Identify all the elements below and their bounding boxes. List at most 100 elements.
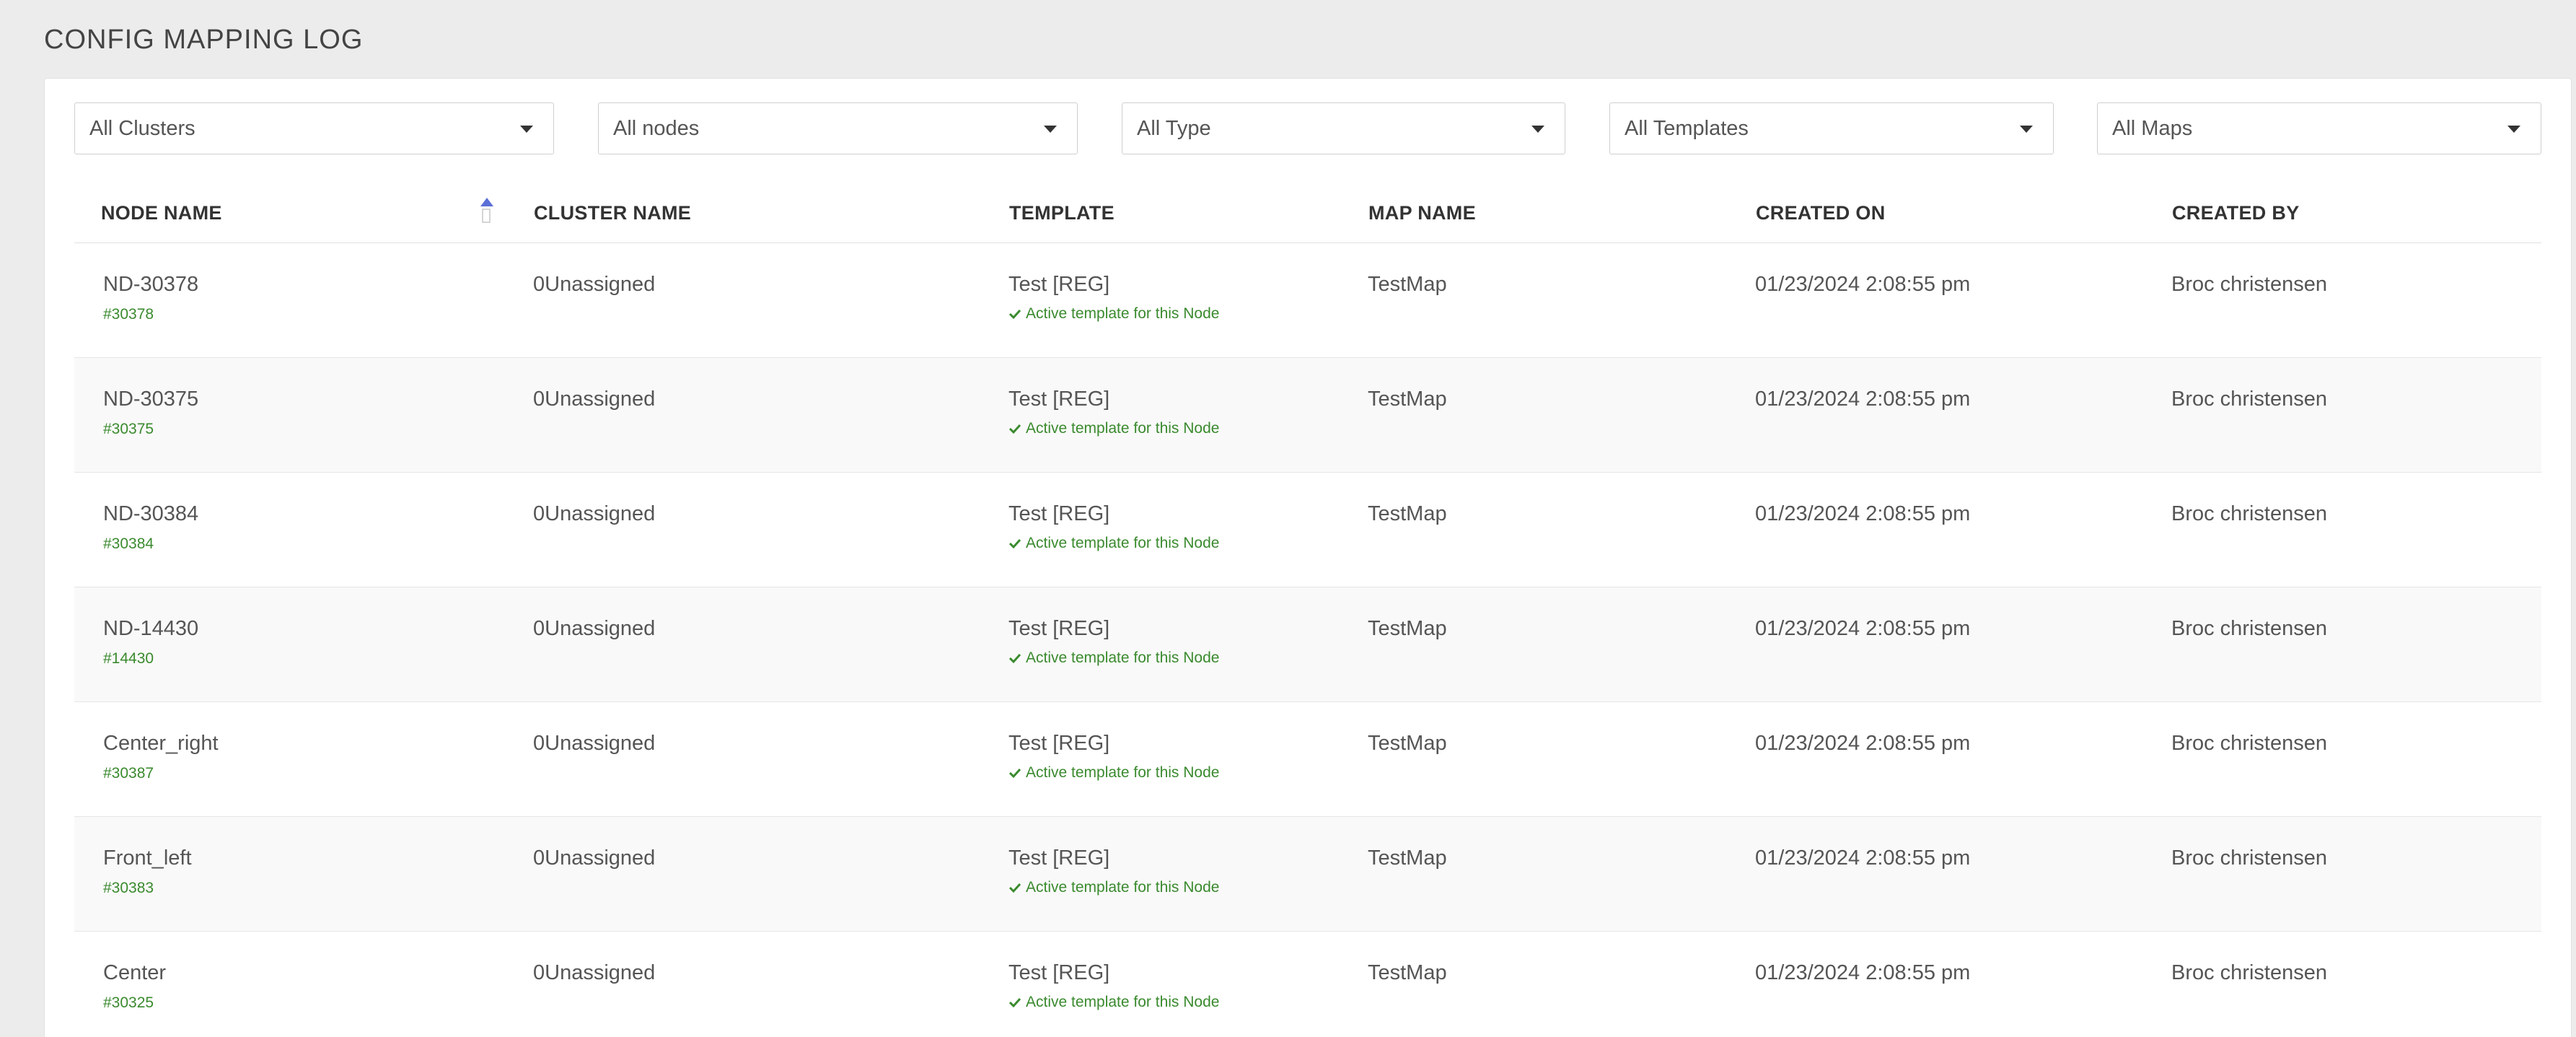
map-name: TestMap xyxy=(1368,846,1447,870)
type-filter-value: All Type xyxy=(1137,117,1211,140)
node-name[interactable]: ND-30375 xyxy=(103,388,198,411)
map-name: TestMap xyxy=(1368,502,1447,525)
mapping-log-card: All Clusters All nodes All Type All Temp… xyxy=(44,78,2572,1037)
node-id: #30378 xyxy=(103,306,154,323)
node-name[interactable]: ND-30378 xyxy=(103,273,198,297)
active-template-label: Active template for this Node xyxy=(1026,420,1220,437)
template-name: Test [REG] xyxy=(1008,502,1110,525)
chevron-down-icon xyxy=(1531,126,1544,133)
table-header: NODE NAME CLUSTER NAME TEMPLATE MAP NAME… xyxy=(74,182,2541,243)
map-name: TestMap xyxy=(1368,273,1447,296)
created-on: 01/23/2024 2:08:55 pm xyxy=(1755,961,1971,984)
chevron-down-icon xyxy=(520,126,533,133)
created-on: 01/23/2024 2:08:55 pm xyxy=(1755,502,1971,525)
created-by: Broc christensen xyxy=(2171,502,2327,525)
table-row[interactable]: ND-30384 #30384 0Unassigned Test [REG] A… xyxy=(74,473,2541,587)
created-on: 01/23/2024 2:08:55 pm xyxy=(1755,732,1971,755)
active-template-note: Active template for this Node xyxy=(1008,994,1219,1011)
column-header-template[interactable]: TEMPLATE xyxy=(1009,202,1115,224)
created-by: Broc christensen xyxy=(2171,617,2327,640)
created-on: 01/23/2024 2:08:55 pm xyxy=(1755,846,1971,870)
column-header-created-by[interactable]: CREATED BY xyxy=(2172,202,2300,224)
cluster-name: 0Unassigned xyxy=(533,617,656,640)
active-template-label: Active template for this Node xyxy=(1026,535,1220,551)
active-template-note: Active template for this Node xyxy=(1008,764,1219,782)
created-by: Broc christensen xyxy=(2171,273,2327,296)
node-id: #30384 xyxy=(103,535,154,552)
table-row[interactable]: ND-14430 #14430 0Unassigned Test [REG] A… xyxy=(74,587,2541,702)
check-icon xyxy=(1008,538,1021,549)
table-row[interactable]: ND-30378 #30378 0Unassigned Test [REG] A… xyxy=(74,243,2541,358)
created-by: Broc christensen xyxy=(2171,961,2327,984)
map-name: TestMap xyxy=(1368,388,1447,411)
node-id: #30387 xyxy=(103,765,154,782)
column-header-node-name[interactable]: NODE NAME xyxy=(101,202,222,224)
created-on: 01/23/2024 2:08:55 pm xyxy=(1755,273,1971,296)
node-name[interactable]: Front_left xyxy=(103,846,192,870)
type-filter-select[interactable]: All Type xyxy=(1122,102,1565,154)
check-icon xyxy=(1008,997,1021,1008)
node-id: #30383 xyxy=(103,880,154,896)
table-row[interactable]: Center_right #30387 0Unassigned Test [RE… xyxy=(74,702,2541,817)
cluster-name: 0Unassigned xyxy=(533,388,656,411)
map-filter-value: All Maps xyxy=(2112,117,2193,140)
table-row[interactable]: Center #30325 0Unassigned Test [REG] Act… xyxy=(74,932,2541,1037)
node-name[interactable]: ND-14430 xyxy=(103,617,198,641)
chevron-down-icon xyxy=(2020,126,2033,133)
check-icon xyxy=(1008,424,1021,434)
column-header-created-on[interactable]: CREATED ON xyxy=(1756,202,1886,224)
sort-ascending-icon[interactable] xyxy=(479,196,495,225)
template-filter-select[interactable]: All Templates xyxy=(1609,102,2054,154)
created-by: Broc christensen xyxy=(2171,846,2327,870)
chevron-down-icon xyxy=(1044,126,1057,133)
cluster-filter-value: All Clusters xyxy=(89,117,195,140)
mapping-log-table: NODE NAME CLUSTER NAME TEMPLATE MAP NAME… xyxy=(74,182,2541,1037)
column-header-cluster-name[interactable]: CLUSTER NAME xyxy=(534,202,691,224)
cluster-name: 0Unassigned xyxy=(533,732,656,755)
active-template-note: Active template for this Node xyxy=(1008,649,1219,667)
cluster-name: 0Unassigned xyxy=(533,502,656,525)
check-icon xyxy=(1008,883,1021,893)
node-id: #30375 xyxy=(103,421,154,437)
created-by: Broc christensen xyxy=(2171,732,2327,755)
active-template-note: Active template for this Node xyxy=(1008,420,1219,437)
chevron-down-icon xyxy=(2507,126,2520,133)
created-on: 01/23/2024 2:08:55 pm xyxy=(1755,388,1971,411)
active-template-label: Active template for this Node xyxy=(1026,764,1220,781)
template-name: Test [REG] xyxy=(1008,617,1110,640)
page: CONFIG MAPPING LOG All Clusters All node… xyxy=(0,0,2576,1037)
table-row[interactable]: Front_left #30383 0Unassigned Test [REG]… xyxy=(74,817,2541,932)
template-name: Test [REG] xyxy=(1008,273,1110,296)
active-template-note: Active template for this Node xyxy=(1008,305,1219,323)
map-name: TestMap xyxy=(1368,961,1447,984)
active-template-label: Active template for this Node xyxy=(1026,879,1220,896)
template-name: Test [REG] xyxy=(1008,732,1110,755)
node-name[interactable]: Center xyxy=(103,961,166,985)
template-filter-value: All Templates xyxy=(1625,117,1749,140)
node-name[interactable]: ND-30384 xyxy=(103,502,198,526)
cluster-filter-select[interactable]: All Clusters xyxy=(74,102,554,154)
filter-bar: All Clusters All nodes All Type All Temp… xyxy=(74,102,2541,154)
map-name: TestMap xyxy=(1368,732,1447,755)
active-template-label: Active template for this Node xyxy=(1026,305,1220,322)
template-name: Test [REG] xyxy=(1008,961,1110,984)
template-name: Test [REG] xyxy=(1008,846,1110,870)
table-row[interactable]: ND-30375 #30375 0Unassigned Test [REG] A… xyxy=(74,358,2541,473)
created-on: 01/23/2024 2:08:55 pm xyxy=(1755,617,1971,640)
template-name: Test [REG] xyxy=(1008,388,1110,411)
check-icon xyxy=(1008,653,1021,664)
column-header-map-name[interactable]: MAP NAME xyxy=(1368,202,1476,224)
map-name: TestMap xyxy=(1368,617,1447,640)
node-name[interactable]: Center_right xyxy=(103,732,219,756)
node-id: #14430 xyxy=(103,650,154,667)
page-title: CONFIG MAPPING LOG xyxy=(44,25,364,55)
node-id: #30325 xyxy=(103,994,154,1011)
active-template-label: Active template for this Node xyxy=(1026,994,1220,1010)
cluster-name: 0Unassigned xyxy=(533,846,656,870)
map-filter-select[interactable]: All Maps xyxy=(2097,102,2541,154)
cluster-name: 0Unassigned xyxy=(533,273,656,296)
node-filter-select[interactable]: All nodes xyxy=(598,102,1078,154)
active-template-note: Active template for this Node xyxy=(1008,879,1219,896)
cluster-name: 0Unassigned xyxy=(533,961,656,984)
active-template-note: Active template for this Node xyxy=(1008,535,1219,552)
